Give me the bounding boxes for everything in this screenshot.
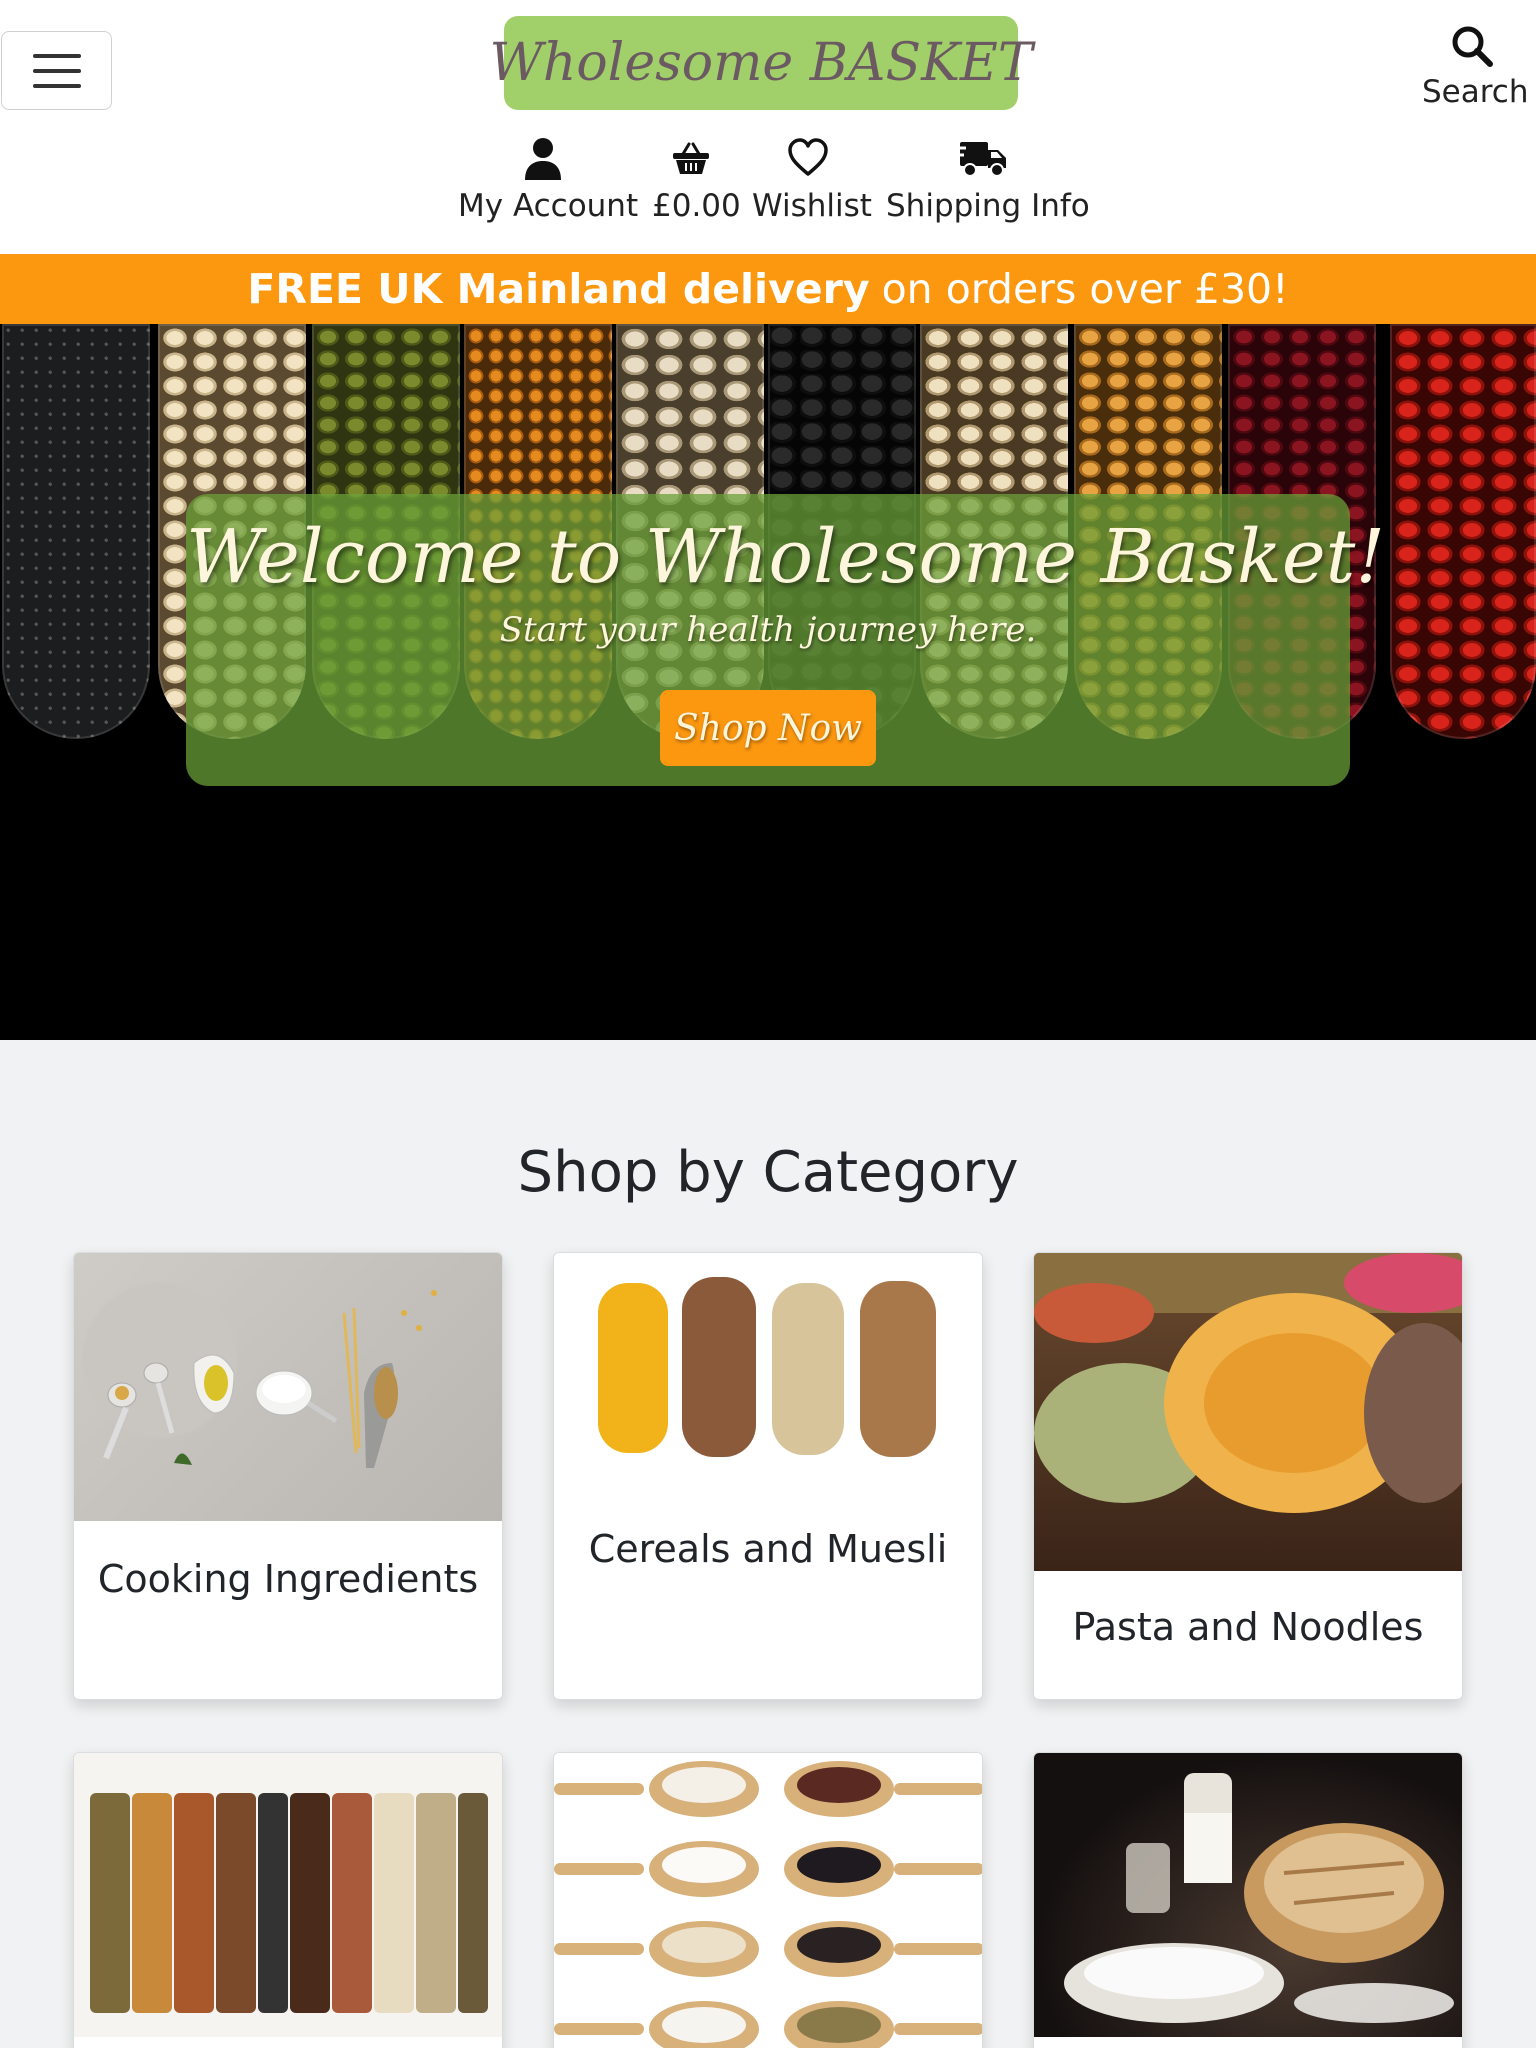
category-image bbox=[554, 1753, 982, 2048]
site-header: Wholesome BASKET Search My Account £0.00… bbox=[0, 0, 1536, 254]
category-card-cereals-muesli[interactable]: Cereals and Muesli bbox=[553, 1252, 983, 1700]
nav-my-account[interactable]: My Account bbox=[458, 136, 639, 224]
category-card[interactable] bbox=[73, 1752, 503, 2048]
hero-welcome-panel: Welcome to Wholesome Basket! Start your … bbox=[186, 494, 1386, 786]
nav-label: My Account bbox=[458, 188, 639, 224]
logo-text: Wholesome BASKET bbox=[489, 33, 1033, 93]
bean-tube-image bbox=[2, 324, 150, 739]
nav-label: Wishlist bbox=[752, 188, 872, 224]
shop-now-button[interactable]: Shop Now bbox=[660, 690, 876, 766]
category-image bbox=[1034, 1253, 1462, 1571]
category-heading: Shop by Category bbox=[517, 1140, 1019, 1205]
nuts-seeds-illustration bbox=[90, 1793, 488, 2013]
nav-wishlist[interactable]: Wishlist bbox=[752, 136, 872, 224]
nav-shipping-info[interactable]: Shipping Info bbox=[886, 136, 1090, 224]
hero-title: Welcome to Wholesome Basket! bbox=[186, 514, 1386, 600]
cereals-illustration bbox=[598, 1277, 936, 1457]
search-label: Search bbox=[1422, 74, 1529, 110]
category-label: Cereals and Muesli bbox=[588, 1527, 948, 1571]
nav-label: £0.00 bbox=[652, 188, 741, 224]
rice-grains-illustration bbox=[554, 1761, 982, 2048]
basket-icon bbox=[673, 142, 709, 174]
hamburger-line bbox=[32, 83, 81, 88]
bread-flour-illustration bbox=[1064, 1773, 1454, 2023]
promo-text: on orders over £30! bbox=[881, 265, 1289, 313]
user-icon bbox=[525, 138, 561, 180]
hero-subtitle: Start your health journey here. bbox=[499, 610, 1037, 650]
hero-banner: Welcome to Wholesome Basket! Start your … bbox=[0, 324, 1536, 1040]
category-card[interactable] bbox=[1033, 1752, 1463, 2048]
category-card-pasta-noodles[interactable]: Pasta and Noodles bbox=[1033, 1252, 1463, 1700]
pasta-illustration bbox=[1034, 1253, 1462, 1513]
promo-bold-text: FREE UK Mainland delivery bbox=[247, 265, 870, 313]
category-card-cooking-ingredients[interactable]: Cooking Ingredients bbox=[73, 1252, 503, 1700]
category-image bbox=[74, 1253, 502, 1521]
hamburger-line bbox=[32, 68, 81, 73]
nav-label: Shipping Info bbox=[886, 188, 1090, 224]
category-label: Cooking Ingredients bbox=[97, 1557, 479, 1601]
nav-basket[interactable]: £0.00 bbox=[652, 136, 741, 224]
category-label: Pasta and Noodles bbox=[1072, 1605, 1424, 1649]
category-image bbox=[74, 1753, 502, 2037]
category-image bbox=[1034, 1753, 1462, 2037]
hamburger-line bbox=[32, 53, 81, 58]
site-logo[interactable]: Wholesome BASKET bbox=[489, 16, 1033, 110]
hamburger-menu-button[interactable] bbox=[1, 31, 112, 110]
category-card[interactable] bbox=[553, 1752, 983, 2048]
promo-banner: FREE UK Mainland delivery on orders over… bbox=[0, 254, 1536, 324]
cooking-ingredients-illustration bbox=[103, 1290, 437, 1468]
heart-icon bbox=[788, 138, 828, 176]
category-image bbox=[554, 1253, 982, 1473]
truck-icon bbox=[954, 142, 1006, 177]
search-button[interactable]: Search bbox=[1422, 24, 1529, 110]
bean-tube-image bbox=[1390, 324, 1536, 739]
search-icon bbox=[1452, 26, 1493, 67]
